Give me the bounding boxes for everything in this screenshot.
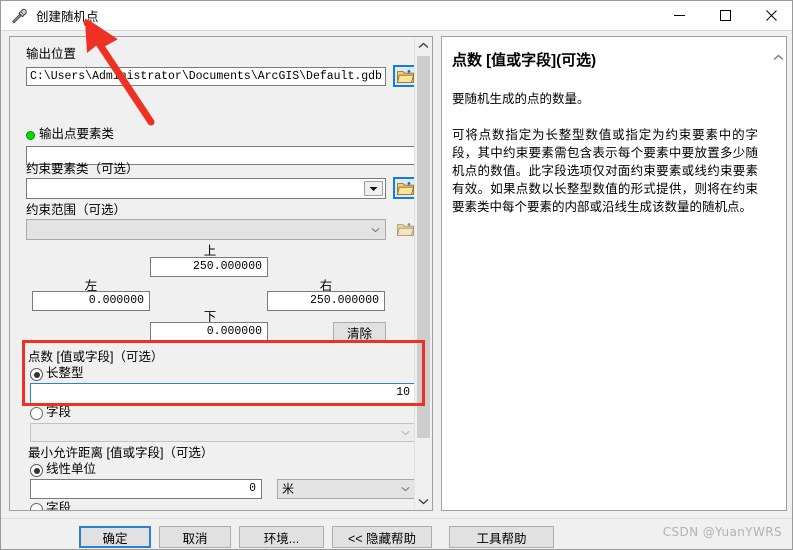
output-location-input[interactable]: C:\Users\Administrator\Documents\ArcGIS\… (26, 67, 386, 86)
chevron-down-icon[interactable] (367, 221, 384, 238)
min-distance-linear-radio[interactable] (30, 464, 43, 477)
parameters-scrollbar[interactable] (414, 37, 432, 510)
chevron-down-icon[interactable] (364, 181, 383, 196)
scroll-down-icon[interactable] (415, 493, 432, 510)
point-count-long-input[interactable]: 10 (30, 383, 416, 404)
close-button[interactable] (748, 1, 792, 30)
scrollbar-thumb[interactable] (417, 56, 430, 438)
hammer-tool-icon (9, 6, 29, 26)
titlebar-divider (1, 30, 792, 31)
title-bar: 创建随机点 (1, 1, 792, 30)
hide-help-button[interactable]: << 隐藏帮助 (332, 526, 432, 548)
ok-button[interactable]: 确定 (79, 526, 151, 548)
output-point-fc-required-indicator (26, 131, 35, 140)
constraining-fc-label: 约束要素类（可选） (26, 162, 139, 176)
constraining-extent-combo[interactable] (26, 219, 386, 240)
point-count-long-label: 长整型 (46, 366, 84, 380)
min-distance-linear-input[interactable]: 0 (30, 479, 262, 499)
dialog-body: 输出位置 C:\Users\Administrator\Documents\Ar… (1, 30, 792, 549)
output-point-fc-label: 输出点要素类 (39, 127, 115, 141)
parameters-scroll-content: 输出位置 C:\Users\Administrator\Documents\Ar… (10, 37, 417, 511)
create-random-points-dialog: 创建随机点 输出位置 C:\Users\Administrator\Docume… (0, 0, 793, 550)
point-count-field-combo[interactable] (30, 423, 416, 442)
extent-left-input[interactable]: 0.000000 (32, 291, 150, 311)
min-distance-field-label: 字段 (46, 501, 72, 511)
point-count-field-radio[interactable] (30, 407, 43, 420)
constraining-fc-combo[interactable] (26, 178, 386, 199)
min-distance-label: 最小允许距离 [值或字段]（可选） (28, 446, 214, 460)
watermark-text: CSDN @YuanYWRS (662, 525, 782, 539)
extent-clear-button[interactable]: 清除 (333, 322, 386, 343)
point-count-long-radio[interactable] (30, 368, 43, 381)
extent-top-input[interactable]: 250.000000 (150, 257, 268, 277)
scroll-up-icon[interactable] (415, 37, 432, 54)
help-panel: 点数 [值或字段](可选) 要随机生成的点的数量。 可将点数指定为长整型数值或指… (441, 36, 787, 511)
min-distance-unit-combo[interactable]: 米 (277, 479, 416, 499)
extent-right-input[interactable]: 250.000000 (267, 291, 385, 311)
tool-help-button[interactable]: 工具帮助 (449, 526, 554, 548)
parameters-panel: 输出位置 C:\Users\Administrator\Documents\Ar… (9, 36, 433, 511)
output-location-label: 输出位置 (26, 47, 77, 61)
min-distance-unit-value: 米 (282, 482, 295, 496)
maximize-button[interactable] (702, 1, 748, 30)
cancel-button[interactable]: 取消 (159, 526, 231, 548)
constraining-extent-label: 约束范围（可选） (26, 203, 127, 217)
min-distance-linear-label: 线性单位 (46, 462, 97, 476)
help-paragraph-2: 可将点数指定为长整型数值或指定为约束要素中的字段，其中约束要素需包含表示每个要素… (452, 128, 758, 214)
help-title-bracket: [值或字段] (486, 52, 557, 69)
window-title: 创建随机点 (36, 10, 99, 24)
help-scroll-up-icon[interactable] (771, 49, 786, 65)
help-title-optional: (可选) (556, 52, 597, 69)
extent-bottom-input[interactable]: 0.000000 (150, 322, 268, 342)
minimize-button[interactable] (656, 1, 702, 30)
min-distance-field-radio[interactable] (30, 503, 43, 510)
help-paragraph-1: 要随机生成的点的数量。 (452, 92, 590, 106)
help-scrollbar[interactable] (771, 37, 786, 510)
help-title: 点数 [值或字段](可选) (452, 51, 756, 71)
chevron-down-icon[interactable] (397, 481, 414, 497)
point-count-field-label: 字段 (46, 405, 72, 419)
help-title-main: 点数 (452, 52, 487, 69)
chevron-down-icon[interactable] (397, 425, 414, 440)
point-count-label: 点数 [值或字段]（可选） (28, 350, 164, 364)
window-controls (656, 1, 792, 30)
environments-button[interactable]: 环境... (239, 526, 324, 548)
